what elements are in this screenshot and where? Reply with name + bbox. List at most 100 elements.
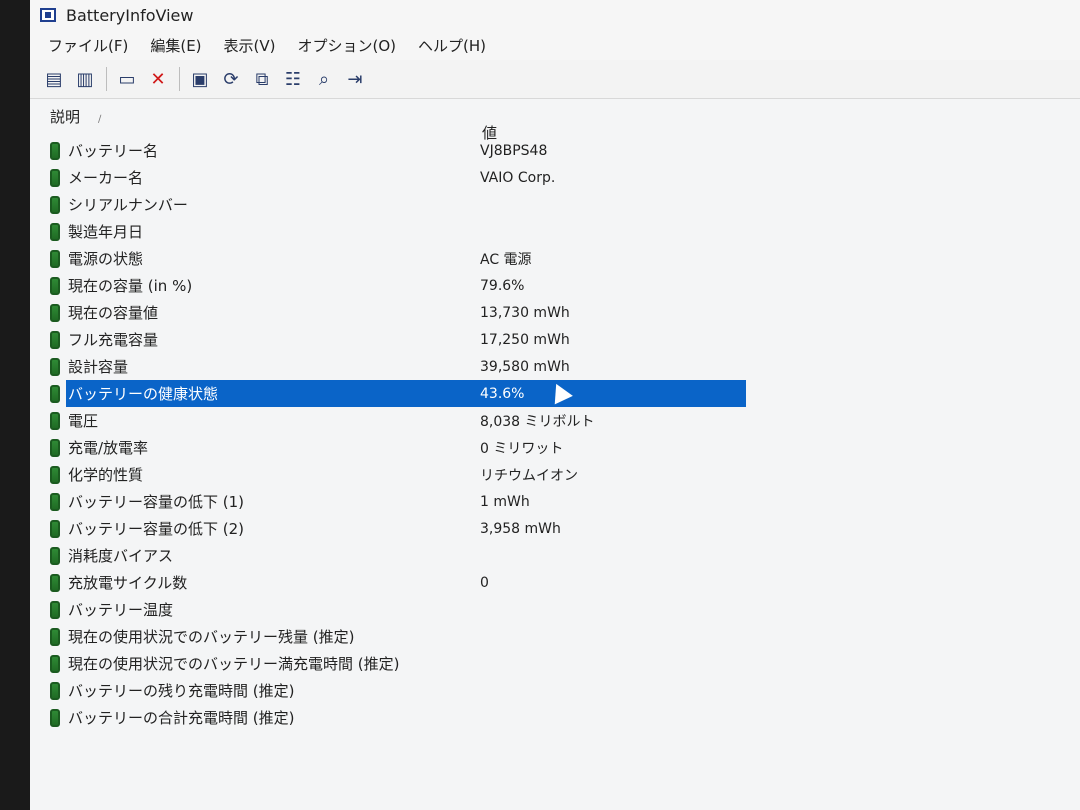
sort-arrow-icon: ∕ [98, 114, 102, 125]
battery-icon [50, 330, 60, 349]
menu-options[interactable]: オプション(O) [298, 35, 397, 56]
row-name: バッテリー容量の低下 (2) [68, 520, 245, 538]
battery-icon [50, 195, 60, 214]
battery-icon [50, 438, 60, 457]
menu-view[interactable]: 表示(V) [224, 35, 276, 56]
search-icon[interactable]: ⌕ [312, 67, 336, 91]
row-value: 17,250 mWh [480, 331, 570, 348]
row-value: 43.6% [480, 385, 525, 402]
table-row[interactable]: 設計容量 39,580 mWh [30, 353, 1080, 380]
table-row[interactable]: 消耗度バイアス [30, 542, 1080, 569]
table-row[interactable]: フル充電容量 17,250 mWh [30, 326, 1080, 353]
exit-icon[interactable]: ⇥ [343, 67, 367, 91]
battery-icon [50, 627, 60, 646]
row-name: 充放電サイクル数 [68, 574, 188, 592]
battery-icon [50, 519, 60, 538]
row-name: バッテリーの残り充電時間 (推定) [68, 682, 295, 700]
row-name: バッテリー温度 [68, 601, 174, 619]
column-header-description[interactable]: 説明 ∕ [50, 106, 101, 127]
table-header: 説明 ∕ 値 [30, 98, 1080, 142]
battery-icon [50, 546, 60, 565]
menu-edit[interactable]: 編集(E) [150, 35, 201, 56]
battery-icon [50, 168, 60, 187]
row-name: 現在の使用状況でのバッテリー満充電時間 (推定) [68, 655, 400, 673]
mouse-cursor-icon [547, 379, 573, 405]
row-value: 13,730 mWh [480, 304, 570, 321]
delete-icon[interactable]: ✕ [146, 67, 170, 91]
battery-icon [50, 303, 60, 322]
table-row[interactable]: 現在の使用状況でのバッテリー満充電時間 (推定) [30, 650, 1080, 677]
table-row[interactable]: 製造年月日 [30, 218, 1080, 245]
screen-icon[interactable]: ▭ [115, 67, 139, 91]
battery-icon [50, 681, 60, 700]
battery-icon [50, 384, 60, 403]
battery-icon [50, 141, 60, 160]
table-row[interactable]: バッテリー容量の低下 (1) 1 mWh [30, 488, 1080, 515]
battery-icon [50, 276, 60, 295]
row-value: 0 ミリワット [480, 440, 564, 457]
table-row[interactable]: バッテリー温度 [30, 596, 1080, 623]
table-row[interactable]: 電源の状態 AC 電源 [30, 245, 1080, 272]
row-name: 現在の容量 (in %) [68, 277, 193, 295]
table-row[interactable]: 現在の容量 (in %) 79.6% [30, 272, 1080, 299]
row-name: 充電/放電率 [68, 439, 149, 457]
battery-icon [50, 600, 60, 619]
row-name: バッテリー容量の低下 (1) [68, 493, 245, 511]
table-row[interactable]: バッテリー容量の低下 (2) 3,958 mWh [30, 515, 1080, 542]
save-icon[interactable]: ▣ [188, 67, 212, 91]
table-body: バッテリー名 VJ8BPS48 メーカー名 VAIO Corp. シリアルナンバー … [30, 137, 1080, 731]
table-row[interactable]: メーカー名 VAIO Corp. [30, 164, 1080, 191]
toolbar: ▤ ▥ ▭ ✕ ▣ ⟳ ⧉ ☷ ⌕ ⇥ [30, 60, 1080, 99]
row-value: 79.6% [480, 277, 525, 294]
row-value: VAIO Corp. [480, 169, 556, 186]
column-header-description-label: 説明 [50, 108, 81, 126]
table-row[interactable]: 現在の使用状況でのバッテリー残量 (推定) [30, 623, 1080, 650]
row-value: 0 [480, 574, 489, 591]
toolbar-separator [106, 67, 107, 91]
app-window: BatteryInfoView ファイル(F) 編集(E) 表示(V) オプショ… [30, 0, 1080, 810]
row-value: 39,580 mWh [480, 358, 570, 375]
properties-icon[interactable]: ☷ [281, 67, 305, 91]
battery-icon [50, 465, 60, 484]
row-value: リチウムイオン [480, 467, 578, 484]
table-row[interactable]: 電圧 8,038 ミリボルト [30, 407, 1080, 434]
row-name: 設計容量 [68, 358, 129, 376]
row-value: AC 電源 [480, 251, 532, 268]
row-name: バッテリーの合計充電時間 (推定) [68, 709, 295, 727]
refresh-icon[interactable]: ⟳ [219, 67, 243, 91]
title-bar: BatteryInfoView [30, 0, 1080, 30]
table-row[interactable]: 現在の容量値 13,730 mWh [30, 299, 1080, 326]
toolbar-separator [179, 67, 180, 91]
table-row[interactable]: 充放電サイクル数 0 [30, 569, 1080, 596]
table-row[interactable]: バッテリーの合計充電時間 (推定) [30, 704, 1080, 731]
table-row[interactable]: バッテリーの残り充電時間 (推定) [30, 677, 1080, 704]
row-name: 電源の状態 [68, 250, 144, 268]
copy-icon[interactable]: ⧉ [250, 67, 274, 91]
table-row[interactable]: 化学的性質 リチウムイオン [30, 461, 1080, 488]
battery-icon [50, 411, 60, 430]
battery-icon [50, 708, 60, 727]
row-name: 現在の使用状況でのバッテリー残量 (推定) [68, 628, 355, 646]
row-value: 3,958 mWh [480, 520, 561, 537]
view-list-icon[interactable]: ▤ [42, 67, 66, 91]
table-row-selected[interactable]: バッテリーの健康状態 43.6% [30, 379, 1080, 407]
menu-help[interactable]: ヘルプ(H) [418, 35, 486, 56]
row-name: メーカー名 [68, 169, 144, 187]
view-report-icon[interactable]: ▥ [73, 67, 97, 91]
table-row[interactable]: バッテリー名 VJ8BPS48 [30, 137, 1080, 164]
row-value: VJ8BPS48 [480, 142, 548, 159]
row-name: 現在の容量値 [68, 304, 159, 322]
row-name: バッテリーの健康状態 [68, 385, 219, 403]
app-icon [40, 8, 56, 22]
window-title: BatteryInfoView [66, 5, 194, 25]
battery-icon [50, 222, 60, 241]
menu-file[interactable]: ファイル(F) [48, 35, 128, 56]
table-row[interactable]: 充電/放電率 0 ミリワット [30, 434, 1080, 461]
table-row[interactable]: シリアルナンバー [30, 191, 1080, 218]
row-name: フル充電容量 [68, 331, 159, 349]
battery-icon [50, 492, 60, 511]
battery-icon [50, 357, 60, 376]
row-name: バッテリー名 [68, 142, 159, 160]
row-value: 1 mWh [480, 493, 530, 510]
battery-icon [50, 573, 60, 592]
